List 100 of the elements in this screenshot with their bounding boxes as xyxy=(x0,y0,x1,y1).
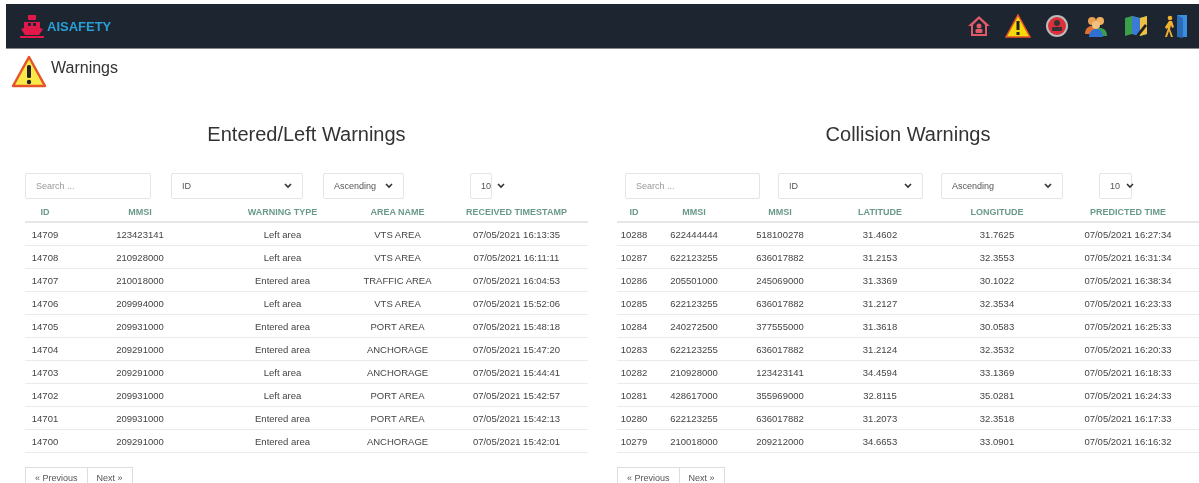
table-cell-text: TRAFFIC AREA xyxy=(362,274,433,286)
table-cell-text: 10288 xyxy=(619,228,649,240)
table-cell-text: Entered area xyxy=(254,412,311,424)
column-header[interactable]: MMSI xyxy=(651,207,737,217)
table-cell-text: 07/05/2021 16:20:33 xyxy=(1083,343,1173,355)
table-cell-text: 31.7625 xyxy=(978,228,1016,240)
table-cell-text: 123423141 xyxy=(115,228,165,240)
table-cell-text: 07/05/2021 16:17:33 xyxy=(1083,412,1173,424)
table-cell-text: 07/05/2021 16:13:35 xyxy=(471,228,562,240)
table-cell-text: 622444444 xyxy=(669,228,719,240)
table-cell-text: PORT AREA xyxy=(369,389,426,401)
column-header[interactable]: LONGITUDE xyxy=(937,207,1057,217)
table-cell-text: 209931000 xyxy=(115,412,165,424)
column-header[interactable]: WARNING TYPE xyxy=(215,207,350,217)
table-cell-text: 14708 xyxy=(30,251,60,263)
ship-logo-icon xyxy=(19,13,45,39)
table-cell-text: 07/05/2021 15:44:41 xyxy=(471,366,562,378)
table-cell-text: 32.3532 xyxy=(978,343,1016,355)
column-header[interactable]: RECEIVED TIMESTAMP xyxy=(445,207,588,217)
table-cell-text: 07/05/2021 15:42:57 xyxy=(471,389,562,401)
table-cell-text: Entered area xyxy=(254,320,311,332)
table-cell-text: 622123255 xyxy=(669,297,719,309)
table-cell-text: Entered area xyxy=(254,435,311,447)
table-cell-text: 210928000 xyxy=(669,366,719,378)
table-cell-text: Entered area xyxy=(254,343,311,355)
search-field[interactable]: Search ... xyxy=(625,173,760,199)
table-cell-text: ANCHORAGE xyxy=(365,435,430,447)
previous-button[interactable]: « Previous xyxy=(25,467,88,483)
table-cell-text: 14702 xyxy=(30,389,60,401)
table-cell-text: 210018000 xyxy=(115,274,165,286)
page-size-dropdown[interactable]: 10 xyxy=(1099,173,1132,199)
table-cell-text: 07/05/2021 16:04:53 xyxy=(471,274,562,286)
table-cell-text: 209212000 xyxy=(755,435,805,447)
table-cell-text: 209931000 xyxy=(115,320,165,332)
chevron-down-icon xyxy=(497,183,505,189)
map-icon[interactable] xyxy=(1123,14,1149,38)
table-cell-text: 14700 xyxy=(30,435,60,447)
warning-icon xyxy=(11,55,47,89)
exit-door-icon[interactable] xyxy=(1163,14,1189,38)
house-icon[interactable] xyxy=(967,14,991,38)
search-field[interactable]: Search ... xyxy=(25,173,151,199)
table-cell-text: 10280 xyxy=(619,412,649,424)
table-cell-text: 07/05/2021 16:23:33 xyxy=(1083,297,1173,309)
table-cell-text: 34.6653 xyxy=(861,435,899,447)
table-cell-text: 210018000 xyxy=(669,435,719,447)
table-cell-text: 14707 xyxy=(30,274,60,286)
table-cell-text: 10283 xyxy=(619,343,649,355)
table-cell-text: 14705 xyxy=(30,320,60,332)
table-cell-text: 209931000 xyxy=(115,389,165,401)
sort-field-dropdown[interactable]: ID xyxy=(171,173,303,199)
chevron-down-icon xyxy=(284,183,292,189)
table-cell-text: 07/05/2021 16:25:33 xyxy=(1083,320,1173,332)
previous-button[interactable]: « Previous xyxy=(617,467,680,483)
table-cell-text: 07/05/2021 16:16:32 xyxy=(1083,435,1173,447)
column-header[interactable]: MMSI xyxy=(737,207,823,217)
table-cell-text: 209291000 xyxy=(115,435,165,447)
table-cell-text: 518100278 xyxy=(755,228,805,240)
table-cell-text: Left area xyxy=(262,389,303,401)
sort-order-dropdown[interactable]: Ascending xyxy=(323,173,404,199)
table-cell-text: PORT AREA xyxy=(369,320,426,332)
user-badge-icon[interactable] xyxy=(1045,14,1069,38)
table-cell-text: 07/05/2021 15:42:01 xyxy=(471,435,562,447)
table-cell-text: Left area xyxy=(262,297,303,309)
people-group-icon[interactable] xyxy=(1083,14,1109,38)
table-cell-text: 31.2124 xyxy=(861,343,899,355)
table-cell-text: 14709 xyxy=(30,228,60,240)
column-header[interactable]: PREDICTED TIME xyxy=(1057,207,1199,217)
table-cell-text: 209291000 xyxy=(115,343,165,355)
table-cell-text: 205501000 xyxy=(669,274,719,286)
brand-name[interactable]: AISAFETY xyxy=(47,18,112,34)
column-header[interactable]: LATITUDE xyxy=(823,207,937,217)
table-cell-text: 10284 xyxy=(619,320,649,332)
column-header[interactable]: ID xyxy=(617,207,651,217)
table-cell-text: 10281 xyxy=(619,389,649,401)
table-cell-text: 07/05/2021 15:48:18 xyxy=(471,320,562,332)
table-cell-text: ANCHORAGE xyxy=(365,343,430,355)
table-cell-text: 07/05/2021 16:27:34 xyxy=(1083,228,1173,240)
table-cell-text: PORT AREA xyxy=(369,412,426,424)
sort-order-dropdown[interactable]: Ascending xyxy=(941,173,1063,199)
table-cell-text: Entered area xyxy=(254,274,311,286)
table-cell-text: 31.3369 xyxy=(861,274,899,286)
table-cell-text: 14704 xyxy=(30,343,60,355)
table-cell-text: 31.3618 xyxy=(861,320,899,332)
chevron-down-icon xyxy=(385,183,393,189)
table-cell-text: 31.4602 xyxy=(861,228,899,240)
column-header[interactable]: MMSI xyxy=(65,207,215,217)
sort-field-dropdown[interactable]: ID xyxy=(778,173,923,199)
table-cell-text: 07/05/2021 16:31:34 xyxy=(1083,251,1173,263)
warning-icon[interactable] xyxy=(1005,14,1031,38)
column-header[interactable]: ID xyxy=(25,207,65,217)
table-cell-text: 35.0281 xyxy=(978,389,1016,401)
table-cell-text: VTS AREA xyxy=(373,228,422,240)
next-button[interactable]: Next » xyxy=(678,467,725,483)
table-cell-text: Left area xyxy=(262,366,303,378)
next-button[interactable]: Next » xyxy=(86,467,133,483)
table-cell-text: 210928000 xyxy=(115,251,165,263)
table-cell-text: 622123255 xyxy=(669,412,719,424)
column-header[interactable]: AREA NAME xyxy=(350,207,445,217)
table-cell-text: 31.2073 xyxy=(861,412,899,424)
table-cell-text: 209994000 xyxy=(115,297,165,309)
